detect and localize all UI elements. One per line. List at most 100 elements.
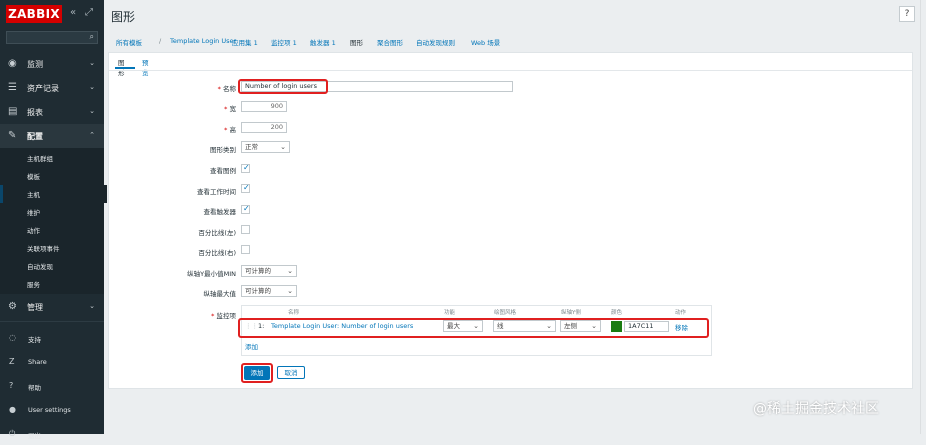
signout-icon: ⏻ (9, 429, 16, 438)
submenu-services[interactable]: 服务 (0, 275, 104, 293)
add-item-link[interactable]: 添加 (245, 341, 258, 351)
menu-help[interactable]: ? 帮助 (0, 377, 104, 397)
crumb-separator: / (159, 37, 162, 45)
name-label: * 名称 (217, 85, 236, 93)
menu-label: 资产记录 (27, 84, 59, 93)
sidebar: ZABBIX « ⤢ ⌕ ◉ 监测 ⌄ ☰ 资产记录 ⌄ ▤ 报表 ⌄ ✎ 配置… (0, 0, 107, 440)
active-tab-indicator (115, 67, 135, 69)
chevron-down-icon: ⌄ (287, 287, 293, 295)
menu-support[interactable]: ◌ 支持 (0, 329, 104, 349)
submenu-hosts[interactable]: 主机 (0, 185, 107, 203)
chevron-down-icon: ⌄ (89, 302, 95, 310)
menu-label: 帮助 (28, 384, 41, 392)
column-header-draw-style: 绘图风格 (494, 310, 517, 316)
graph-type-select[interactable]: 正常 ⌄ (241, 141, 290, 153)
zabbix-logo[interactable]: ZABBIX (6, 5, 62, 23)
submenu-host-groups[interactable]: 主机群组 (0, 149, 104, 167)
report-icon: ▤ (8, 106, 18, 117)
submenu-label: 主机群组 (27, 155, 53, 163)
help-button[interactable]: ? (899, 6, 915, 22)
chevron-down-icon: ⌄ (280, 143, 286, 151)
show-triggers-label: 查看触发器 (203, 208, 237, 216)
submenu-label: 主机 (27, 191, 40, 199)
show-triggers-checkbox[interactable]: ✓ (241, 204, 250, 214)
crumb-all-templates[interactable]: 所有模板 (116, 37, 142, 47)
breadcrumb: 所有模板 / Template Login User 应用集 1 监控项 1 触… (111, 34, 913, 49)
cancel-button[interactable]: 取消 (277, 366, 305, 379)
scrollbar[interactable] (920, 0, 921, 434)
crumb-template[interactable]: Template Login User (170, 37, 236, 45)
name-label-text: 名称 (223, 85, 236, 93)
height-field[interactable]: 200 (241, 122, 287, 133)
submenu-maintenance[interactable]: 维护 (0, 203, 104, 221)
percentile-right-checkbox[interactable] (241, 245, 250, 254)
ymin-select[interactable]: 可计算的 ⌄ (241, 265, 297, 277)
menu-user-settings[interactable]: ● User settings (0, 401, 104, 421)
chevron-down-icon: ⌄ (89, 59, 95, 67)
column-header-function: 功能 (444, 310, 456, 316)
ymax-select[interactable]: 可计算的 ⌄ (241, 285, 297, 297)
wrench-icon: ✎ (8, 130, 17, 141)
highlight-box (241, 363, 273, 383)
eye-icon: ◉ (8, 58, 17, 69)
search-input[interactable]: ⌕ (6, 31, 98, 44)
menu-label: 支持 (28, 336, 41, 344)
check-icon: ✓ (243, 204, 250, 213)
config-submenu: 主机群组 模板 主机 维护 动作 关联项事件 自动发现 服务 (0, 148, 107, 294)
width-label-text: 宽 (229, 105, 237, 113)
ymax-label: 纵轴最大值 (203, 290, 237, 298)
submenu-label: 模板 (27, 173, 40, 181)
chevron-down-icon: ⌄ (89, 83, 95, 91)
submenu-label: 服务 (27, 281, 40, 289)
check-icon: ✓ (243, 163, 250, 172)
show-legend-label: 查看图例 (210, 167, 236, 175)
column-header-name: 名称 (288, 310, 300, 316)
double-chevron-left-icon[interactable]: « (70, 7, 76, 18)
menu-sign-out[interactable]: ⏻ 退出 (0, 425, 104, 445)
menu-label: 管理 (27, 303, 43, 312)
watermark: @稀土掘金技术社区 (753, 401, 879, 417)
menu-administration[interactable]: ⚙ 管理 ⌄ (0, 295, 104, 319)
percentile-left-checkbox[interactable] (241, 225, 250, 234)
show-legend-checkbox[interactable]: ✓ (241, 163, 250, 173)
submenu-label: 自动发现 (27, 263, 53, 271)
items-label-text: 监控项 (216, 312, 237, 320)
tab-preview[interactable]: 预览 (142, 57, 149, 77)
tab-screens[interactable]: 聚合图形 (377, 37, 403, 47)
share-icon: Z (9, 357, 15, 366)
tab-applications[interactable]: 应用集 1 (232, 37, 258, 47)
tab-discovery-rules[interactable]: 自动发现规则 (416, 37, 455, 47)
list-icon: ☰ (8, 82, 17, 93)
tab-items[interactable]: 监控项 1 (271, 37, 297, 47)
menu-monitoring[interactable]: ◉ 监测 ⌄ (0, 52, 104, 76)
kiosk-icon[interactable]: ⤢ (85, 7, 93, 18)
menu-share[interactable]: Z Share (0, 353, 104, 373)
gear-icon: ⚙ (8, 301, 17, 312)
show-working-time-checkbox[interactable]: ✓ (241, 183, 250, 193)
menu-reports[interactable]: ▤ 报表 ⌄ (0, 100, 104, 124)
width-field[interactable]: 900 (241, 101, 287, 112)
submenu-label: 维护 (27, 209, 40, 217)
submenu-event-correlation[interactable]: 关联项事件 (0, 239, 104, 257)
graph-type-value: 正常 (245, 143, 258, 151)
menu-configuration[interactable]: ✎ 配置 ⌃ (0, 124, 104, 148)
column-header-y-side: 纵轴Y侧 (561, 310, 581, 316)
chevron-up-icon: ⌃ (89, 131, 95, 139)
menu-label: 监测 (27, 60, 43, 69)
submenu-discovery[interactable]: 自动发现 (0, 257, 104, 275)
menu-label: 退出 (28, 432, 41, 440)
submenu-templates[interactable]: 模板 (0, 167, 104, 185)
highlight-box (238, 318, 709, 338)
show-working-time-label: 查看工作时间 (197, 188, 236, 196)
tab-triggers[interactable]: 触发器 1 (310, 37, 336, 47)
support-icon: ◌ (9, 333, 16, 342)
height-label-text: 高 (229, 126, 237, 134)
menu-inventory[interactable]: ☰ 资产记录 ⌄ (0, 76, 104, 100)
tab-graphs[interactable]: 图形 (350, 37, 363, 47)
chevron-down-icon: ⌄ (89, 107, 95, 115)
tab-web-scenarios[interactable]: Web 场景 (471, 37, 500, 47)
menu-label: User settings (28, 406, 71, 414)
help-icon: ? (9, 381, 14, 390)
search-icon[interactable]: ⌕ (90, 32, 94, 42)
submenu-actions[interactable]: 动作 (0, 221, 104, 239)
